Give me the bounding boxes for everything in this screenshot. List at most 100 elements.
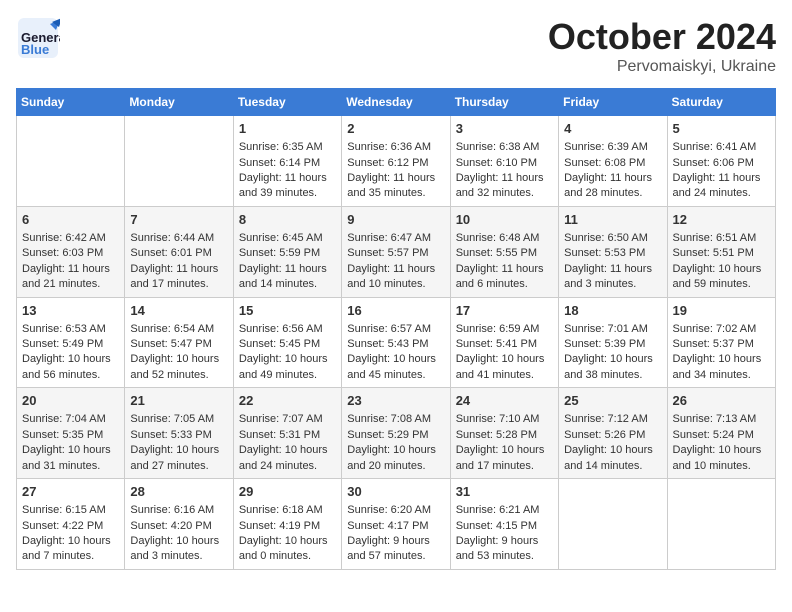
- day-info: Daylight: 9 hours and 57 minutes.: [347, 534, 444, 565]
- calendar-cell: 6Sunrise: 6:42 AMSunset: 6:03 PMDaylight…: [17, 206, 125, 297]
- day-info: Sunrise: 6:57 AM: [347, 322, 444, 337]
- day-info: Sunrise: 7:05 AM: [130, 412, 227, 427]
- day-info: Sunset: 5:41 PM: [456, 337, 553, 352]
- day-info: Sunset: 5:31 PM: [239, 428, 336, 443]
- calendar-cell: 4Sunrise: 6:39 AMSunset: 6:08 PMDaylight…: [559, 116, 667, 207]
- day-number: 20: [22, 392, 119, 410]
- day-info: Daylight: 9 hours and 53 minutes.: [456, 534, 553, 565]
- day-info: Sunrise: 6:35 AM: [239, 140, 336, 155]
- day-info: Sunset: 5:49 PM: [22, 337, 119, 352]
- day-info: Sunset: 6:14 PM: [239, 156, 336, 171]
- calendar-cell: 17Sunrise: 6:59 AMSunset: 5:41 PMDayligh…: [450, 297, 558, 388]
- day-info: Daylight: 10 hours and 7 minutes.: [22, 534, 119, 565]
- day-info: Sunset: 6:06 PM: [673, 156, 770, 171]
- day-info: Sunrise: 6:47 AM: [347, 231, 444, 246]
- day-info: Daylight: 11 hours and 21 minutes.: [22, 262, 119, 293]
- day-info: Sunset: 5:45 PM: [239, 337, 336, 352]
- calendar-cell: 5Sunrise: 6:41 AMSunset: 6:06 PMDaylight…: [667, 116, 775, 207]
- day-info: Sunrise: 6:20 AM: [347, 503, 444, 518]
- day-info: Daylight: 10 hours and 20 minutes.: [347, 443, 444, 474]
- day-number: 8: [239, 211, 336, 229]
- day-number: 1: [239, 120, 336, 138]
- day-number: 3: [456, 120, 553, 138]
- day-info: Sunrise: 6:48 AM: [456, 231, 553, 246]
- day-info: Daylight: 11 hours and 24 minutes.: [673, 171, 770, 202]
- calendar-cell: 15Sunrise: 6:56 AMSunset: 5:45 PMDayligh…: [233, 297, 341, 388]
- day-info: Sunset: 6:10 PM: [456, 156, 553, 171]
- calendar-cell: 3 Sunrise: 6:38 AMSunset: 6:10 PMDaylight…: [450, 116, 558, 207]
- day-info: Sunset: 6:01 PM: [130, 246, 227, 261]
- day-info: Sunrise: 6:21 AM: [456, 503, 553, 518]
- calendar-cell: 11Sunrise: 6:50 AMSunset: 5:53 PMDayligh…: [559, 206, 667, 297]
- calendar-cell: [125, 116, 233, 207]
- day-info: Sunset: 4:22 PM: [22, 519, 119, 534]
- day-info: Sunset: 5:55 PM: [456, 246, 553, 261]
- day-info: Sunrise: 7:08 AM: [347, 412, 444, 427]
- day-info: Daylight: 10 hours and 27 minutes.: [130, 443, 227, 474]
- day-info: Sunrise: 7:13 AM: [673, 412, 770, 427]
- calendar-cell: 24Sunrise: 7:10 AMSunset: 5:28 PMDayligh…: [450, 388, 558, 479]
- calendar-cell: 20Sunrise: 7:04 AMSunset: 5:35 PMDayligh…: [17, 388, 125, 479]
- day-info: Sunset: 5:35 PM: [22, 428, 119, 443]
- calendar-table: SundayMondayTuesdayWednesdayThursdayFrid…: [16, 88, 776, 570]
- day-info: Sunrise: 6:41 AM: [673, 140, 770, 155]
- day-number: 14: [130, 302, 227, 320]
- calendar-cell: 28Sunrise: 6:16 AMSunset: 4:20 PMDayligh…: [125, 479, 233, 570]
- day-number: 19: [673, 302, 770, 320]
- calendar-cell: [559, 479, 667, 570]
- logo: General Blue: [16, 16, 60, 60]
- day-info: Sunrise: 6:54 AM: [130, 322, 227, 337]
- day-info: Daylight: 11 hours and 39 minutes.: [239, 171, 336, 202]
- calendar-cell: 26Sunrise: 7:13 AMSunset: 5:24 PMDayligh…: [667, 388, 775, 479]
- day-info: Sunset: 5:39 PM: [564, 337, 661, 352]
- day-info: Sunset: 5:57 PM: [347, 246, 444, 261]
- day-number: 27: [22, 483, 119, 501]
- day-info: Daylight: 10 hours and 56 minutes.: [22, 352, 119, 383]
- day-info: Sunset: 4:20 PM: [130, 519, 227, 534]
- day-info: Daylight: 10 hours and 49 minutes.: [239, 352, 336, 383]
- day-number: 26: [673, 392, 770, 410]
- day-info: Sunset: 5:43 PM: [347, 337, 444, 352]
- calendar-cell: 13Sunrise: 6:53 AMSunset: 5:49 PMDayligh…: [17, 297, 125, 388]
- day-info: Daylight: 11 hours and 28 minutes.: [564, 171, 661, 202]
- calendar-cell: [667, 479, 775, 570]
- page-header: General Blue October 2024 Pervomaiskyi, …: [16, 16, 776, 76]
- calendar-cell: 10Sunrise: 6:48 AMSunset: 5:55 PMDayligh…: [450, 206, 558, 297]
- day-info: Sunset: 5:24 PM: [673, 428, 770, 443]
- day-info: Sunrise: 7:10 AM: [456, 412, 553, 427]
- weekday-header: Saturday: [667, 89, 775, 116]
- day-number: 4: [564, 120, 661, 138]
- day-number: 30: [347, 483, 444, 501]
- weekday-header: Tuesday: [233, 89, 341, 116]
- day-info: Sunset: 4:15 PM: [456, 519, 553, 534]
- day-info: Daylight: 11 hours and 17 minutes.: [130, 262, 227, 293]
- day-info: Daylight: 10 hours and 3 minutes.: [130, 534, 227, 565]
- day-number: 18: [564, 302, 661, 320]
- calendar-cell: 12Sunrise: 6:51 AMSunset: 5:51 PMDayligh…: [667, 206, 775, 297]
- day-info: Sunset: 5:29 PM: [347, 428, 444, 443]
- day-number: 13: [22, 302, 119, 320]
- weekday-header: Monday: [125, 89, 233, 116]
- day-info: Sunrise: 6:59 AM: [456, 322, 553, 337]
- day-info: Sunrise: 6:38 AM: [456, 140, 553, 155]
- day-info: Sunrise: 6:15 AM: [22, 503, 119, 518]
- day-info: Daylight: 10 hours and 0 minutes.: [239, 534, 336, 565]
- calendar-cell: 18Sunrise: 7:01 AMSunset: 5:39 PMDayligh…: [559, 297, 667, 388]
- day-number: 25: [564, 392, 661, 410]
- calendar-cell: 30Sunrise: 6:20 AMSunset: 4:17 PMDayligh…: [342, 479, 450, 570]
- day-info: Sunset: 5:26 PM: [564, 428, 661, 443]
- calendar-cell: 22Sunrise: 7:07 AMSunset: 5:31 PMDayligh…: [233, 388, 341, 479]
- day-info: Sunset: 5:28 PM: [456, 428, 553, 443]
- day-info: Daylight: 11 hours and 32 minutes.: [456, 171, 553, 202]
- calendar-cell: 27 Sunrise: 6:15 AMSunset: 4:22 PMDayligh…: [17, 479, 125, 570]
- weekday-header: Wednesday: [342, 89, 450, 116]
- day-info: Daylight: 10 hours and 14 minutes.: [564, 443, 661, 474]
- day-info: Sunrise: 6:50 AM: [564, 231, 661, 246]
- day-info: Sunset: 4:19 PM: [239, 519, 336, 534]
- weekday-header: Thursday: [450, 89, 558, 116]
- weekday-header: Friday: [559, 89, 667, 116]
- day-info: Sunset: 6:03 PM: [22, 246, 119, 261]
- day-info: Sunset: 5:37 PM: [673, 337, 770, 352]
- day-info: Sunset: 5:47 PM: [130, 337, 227, 352]
- day-info: Daylight: 10 hours and 31 minutes.: [22, 443, 119, 474]
